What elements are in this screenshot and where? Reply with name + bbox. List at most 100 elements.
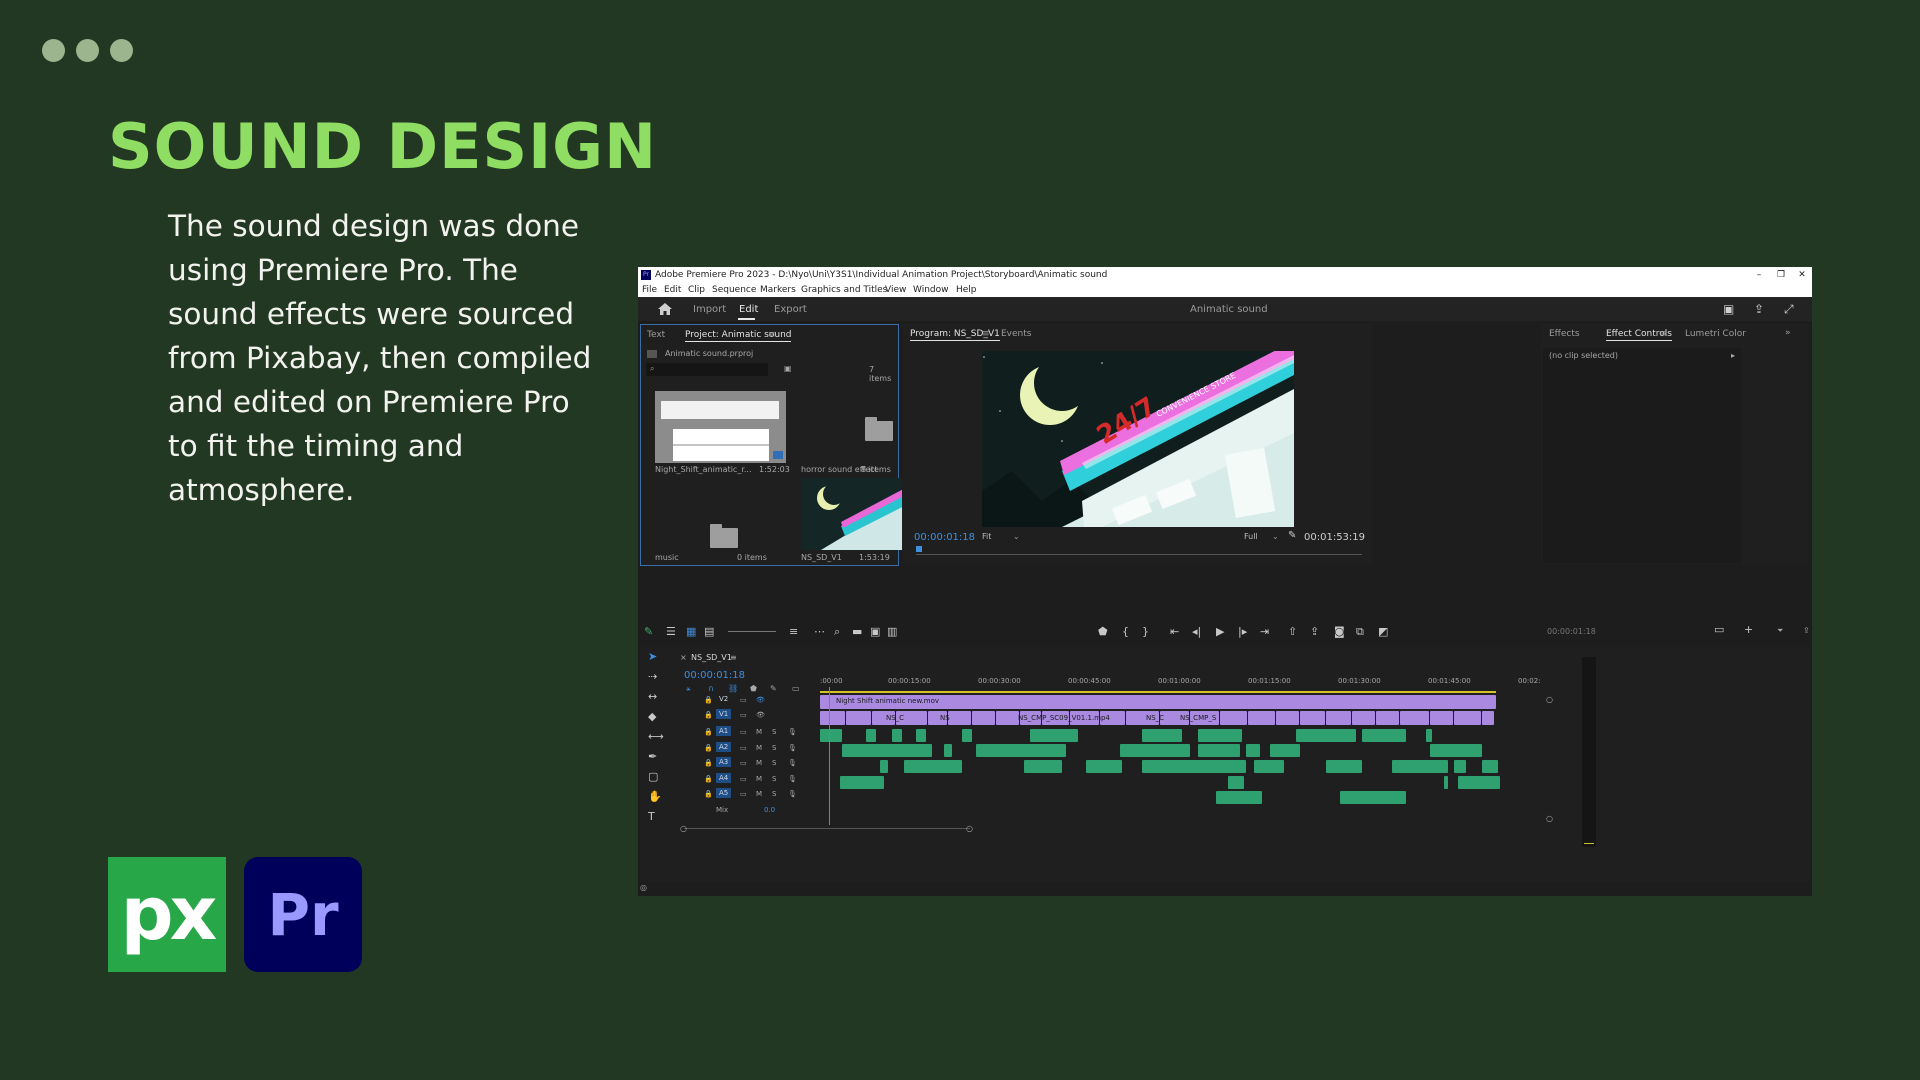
extract-icon[interactable]: ⇪	[1310, 625, 1319, 638]
mix-value[interactable]: 0.0	[764, 806, 775, 814]
zoom-slider[interactable]	[728, 631, 776, 632]
mute-icon[interactable]: M	[756, 775, 762, 783]
audio-clip-a2[interactable]	[944, 744, 952, 757]
video-clip-v1[interactable]	[1454, 711, 1481, 725]
audio-clip-a3[interactable]	[1142, 760, 1246, 773]
folder-icon[interactable]	[865, 417, 893, 441]
play-icon[interactable]: ▶	[1216, 625, 1224, 638]
sync-lock-icon[interactable]: ▭	[740, 728, 747, 736]
scroll-handle-icon[interactable]: ○	[680, 824, 687, 833]
eye-icon[interactable]: 👁	[756, 711, 765, 719]
video-clip-v1[interactable]	[1220, 711, 1247, 725]
workspaces-icon[interactable]: ▣	[1723, 302, 1734, 316]
audio-clip-a1[interactable]	[1142, 729, 1182, 742]
tab-text[interactable]: Text	[647, 330, 665, 340]
icon-view-icon[interactable]: ▦	[686, 625, 696, 638]
scroll-handle-icon[interactable]: ○	[1546, 814, 1553, 823]
mic-icon[interactable]: 🎙	[788, 744, 797, 752]
share-icon[interactable]: ⇪	[1754, 302, 1764, 316]
overflow-icon[interactable]: »	[1785, 328, 1791, 338]
menu-file[interactable]: File	[642, 283, 657, 297]
lock-icon[interactable]: 🔒	[704, 790, 713, 798]
program-scrub-bar[interactable]	[916, 554, 1362, 555]
track-label-a5[interactable]: A5	[716, 788, 732, 798]
scroll-handle-icon[interactable]: ○	[966, 824, 973, 833]
audio-clip-a2[interactable]	[1430, 744, 1482, 757]
scroll-handle-icon[interactable]: ○	[1546, 695, 1553, 704]
solo-icon[interactable]: S	[772, 775, 776, 783]
track-label-a4[interactable]: A4	[716, 773, 732, 783]
wrench-icon[interactable]: ✎	[1288, 530, 1296, 541]
audio-clip-a3[interactable]	[1454, 760, 1466, 773]
mute-icon[interactable]: M	[756, 790, 762, 798]
sort-icon[interactable]: ≡	[789, 625, 798, 638]
tab-effects[interactable]: Effects	[1549, 329, 1580, 339]
sync-lock-icon[interactable]: ▭	[740, 790, 747, 798]
audio-clip-a3[interactable]	[1326, 760, 1362, 773]
audio-clip-a3[interactable]	[1024, 760, 1062, 773]
video-clip-v1[interactable]	[1482, 711, 1494, 725]
home-icon[interactable]	[658, 303, 672, 315]
video-clip-v1[interactable]	[1326, 711, 1351, 725]
lock-icon[interactable]: 🔒	[704, 728, 713, 736]
video-clip-v1[interactable]	[1430, 711, 1453, 725]
audio-clip-a3[interactable]	[1254, 760, 1284, 773]
menu-clip[interactable]: Clip	[688, 283, 705, 297]
video-clip-v1[interactable]	[1376, 711, 1399, 725]
video-clip-v1[interactable]	[996, 711, 1019, 725]
mute-icon[interactable]: M	[756, 744, 762, 752]
menu-edit[interactable]: Edit	[664, 283, 681, 297]
audio-clip-a2[interactable]	[976, 744, 1066, 757]
tab-lumetri-color[interactable]: Lumetri Color	[1685, 329, 1746, 339]
minimize-button[interactable]: –	[1749, 267, 1769, 283]
video-clip-v1[interactable]	[1352, 711, 1375, 725]
solo-icon[interactable]: S	[772, 759, 776, 767]
menu-view[interactable]: View	[885, 283, 906, 297]
sync-lock-icon[interactable]: ▭	[740, 711, 747, 719]
pencil-icon[interactable]: ✎	[644, 625, 653, 638]
track-label-a1[interactable]: A1	[716, 726, 732, 736]
time-ruler[interactable]: :00:00 00:00:15:00 00:00:30:00 00:00:45:00 0…	[820, 677, 1560, 689]
menu-graphics-and-titles[interactable]: Graphics and Titles	[801, 283, 887, 297]
step-back-icon[interactable]: ◂|	[1192, 625, 1201, 638]
audio-clip-a2[interactable]	[1270, 744, 1300, 757]
audio-clip-a5[interactable]	[1340, 791, 1406, 804]
sync-lock-icon[interactable]: ▭	[740, 696, 747, 704]
menu-markers[interactable]: Markers	[760, 283, 796, 297]
panel-menu-icon[interactable]: ≡	[768, 330, 776, 340]
video-clip-v1[interactable]	[1248, 711, 1275, 725]
export-icon[interactable]: ⇪	[1803, 626, 1810, 635]
video-clip-v1[interactable]	[820, 711, 845, 725]
toggle-proxies-icon[interactable]: ◩	[1378, 625, 1388, 638]
lock-icon[interactable]: 🔒	[704, 759, 713, 767]
mark-in-icon[interactable]: {	[1122, 625, 1129, 638]
audio-clip-a4[interactable]	[1228, 776, 1244, 789]
new-bin-icon[interactable]: ▣	[784, 364, 792, 373]
project-search-input[interactable]	[646, 363, 768, 376]
audio-clip-a4[interactable]	[1444, 776, 1448, 789]
audio-clip-a1[interactable]	[1198, 729, 1242, 742]
mic-icon[interactable]: 🎙	[788, 759, 797, 767]
video-clip-v1[interactable]	[948, 711, 971, 725]
solo-icon[interactable]: S	[772, 728, 776, 736]
video-clip-v1[interactable]	[1300, 711, 1325, 725]
automate-icon[interactable]: ⋯	[814, 625, 825, 638]
lift-icon[interactable]: ⇧	[1288, 625, 1297, 638]
go-to-out-icon[interactable]: ⇥	[1260, 625, 1269, 638]
find-icon[interactable]: ⌕	[834, 625, 840, 639]
audio-clip-a1[interactable]	[820, 729, 842, 742]
audio-clip-a3[interactable]	[1392, 760, 1448, 773]
comparison-view-icon[interactable]: ⧉	[1356, 625, 1364, 639]
filter-icon[interactable]: ⏷	[1777, 626, 1783, 636]
thumbnail-night-shift[interactable]	[655, 391, 786, 463]
lock-icon[interactable]: 🔒	[704, 696, 713, 704]
fit-dropdown[interactable]: Fit	[982, 532, 991, 541]
video-clip-v1[interactable]	[846, 711, 871, 725]
safe-margins-icon[interactable]: ▭	[1714, 623, 1724, 636]
tab-edit[interactable]: Edit	[739, 304, 758, 315]
lock-icon[interactable]: 🔒	[704, 744, 713, 752]
menu-help[interactable]: Help	[956, 283, 977, 297]
timeline-scrollbar[interactable]	[684, 828, 970, 829]
panel-menu-icon[interactable]: ≡	[1659, 329, 1667, 339]
menu-window[interactable]: Window	[913, 283, 949, 297]
